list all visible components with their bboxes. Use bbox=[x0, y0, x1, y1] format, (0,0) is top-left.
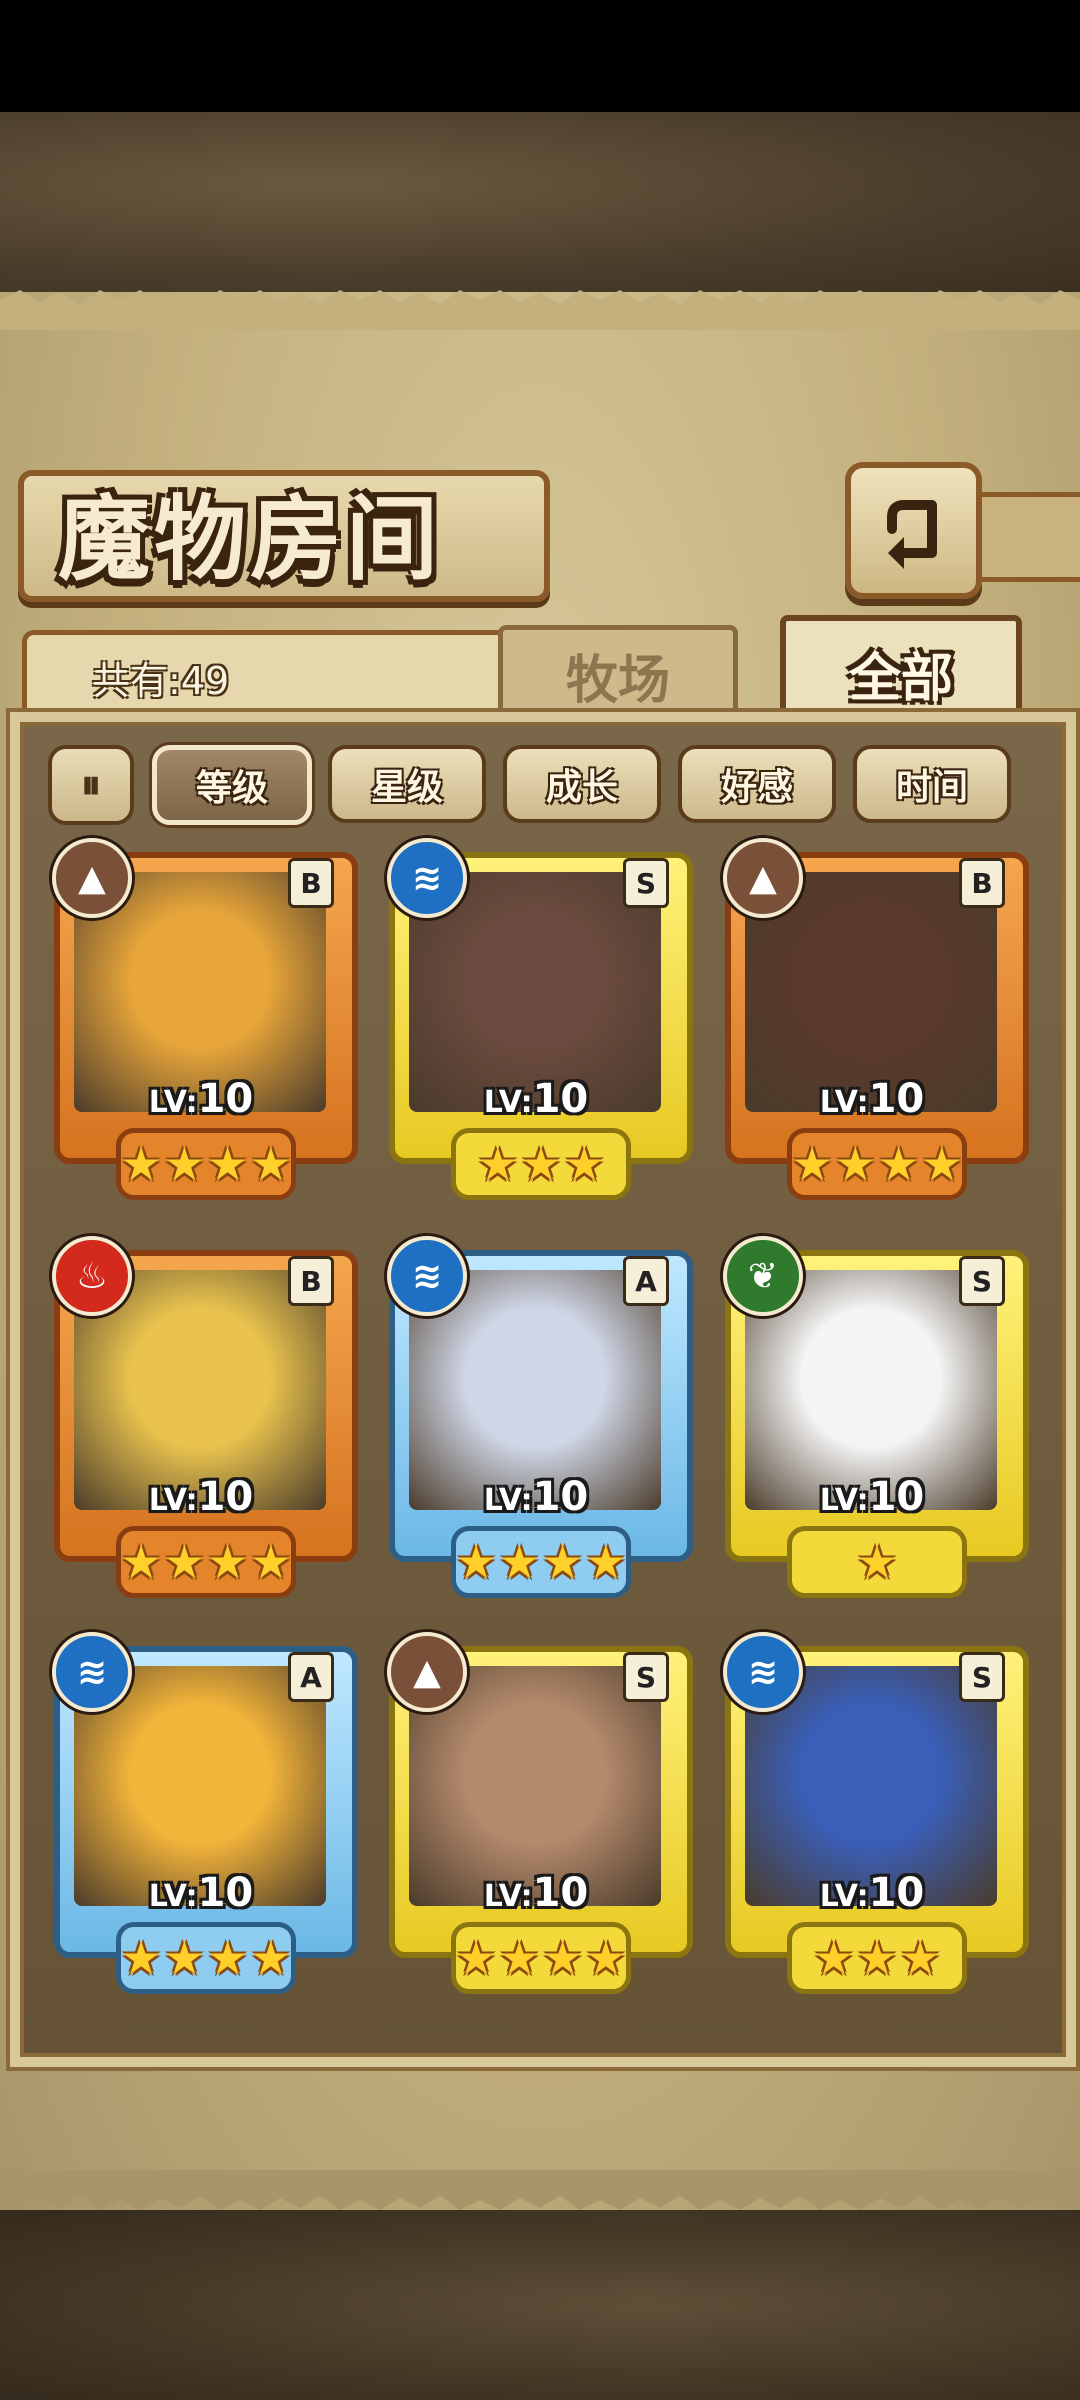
monster-card[interactable]: ★ ★ ★ ★ LV:10 S ▲ bbox=[381, 1632, 693, 1994]
monster-count: 共有:49 bbox=[92, 659, 230, 703]
water-element-icon: ≋ bbox=[387, 1236, 467, 1316]
star-rating: ★ bbox=[787, 1526, 967, 1598]
rank-badge: S bbox=[959, 1652, 1005, 1702]
monster-level: LV:10 bbox=[148, 1076, 254, 1122]
star-icon: ★ bbox=[163, 1535, 205, 1589]
monster-level: LV:10 bbox=[819, 1076, 925, 1122]
monster-card[interactable]: ★ LV:10 S ❦ bbox=[717, 1236, 1029, 1598]
star-icon: ★ bbox=[250, 1137, 292, 1191]
sort-by-growth-button[interactable]: 成长 bbox=[503, 745, 661, 823]
page-title: 魔物房间 bbox=[58, 485, 443, 593]
rank-badge: B bbox=[288, 858, 334, 908]
star-icon: ★ bbox=[250, 1931, 292, 1985]
sort-by-stars-button[interactable]: 星级 bbox=[328, 745, 486, 823]
sort-by-level-button[interactable]: 等级 bbox=[152, 745, 312, 825]
star-rating: ★ ★ ★ ★ bbox=[451, 1526, 631, 1598]
star-icon: ★ bbox=[207, 1535, 249, 1589]
monster-card[interactable]: ★ ★ ★ ★ LV:10 A ≋ bbox=[381, 1236, 693, 1598]
back-button[interactable] bbox=[845, 462, 982, 599]
rank-badge: A bbox=[623, 1256, 669, 1306]
sort-order-toggle[interactable]: ⏸ bbox=[48, 745, 134, 825]
water-element-icon: ≋ bbox=[723, 1632, 803, 1712]
back-arrow-icon bbox=[886, 499, 937, 569]
star-icon: ★ bbox=[498, 1931, 540, 1985]
sort-by-time-button[interactable]: 时间 bbox=[853, 745, 1011, 823]
earth-element-icon: ▲ bbox=[723, 838, 803, 918]
star-icon: ★ bbox=[520, 1137, 562, 1191]
star-icon: ★ bbox=[498, 1535, 540, 1589]
rank-badge: A bbox=[288, 1652, 334, 1702]
sort-order-icon: ⏸ bbox=[81, 762, 101, 808]
wood-element-icon: ❦ bbox=[723, 1236, 803, 1316]
star-rating: ★ ★ ★ bbox=[787, 1922, 967, 1994]
star-icon: ★ bbox=[455, 1931, 497, 1985]
star-icon: ★ bbox=[207, 1931, 249, 1985]
monster-level: LV:10 bbox=[148, 1474, 254, 1520]
monster-level: LV:10 bbox=[483, 1474, 589, 1520]
water-element-icon: ≋ bbox=[52, 1632, 132, 1712]
star-rating: ★ ★ ★ ★ bbox=[116, 1526, 296, 1598]
star-icon: ★ bbox=[542, 1931, 584, 1985]
star-icon: ★ bbox=[120, 1137, 162, 1191]
status-bar bbox=[0, 0, 1080, 112]
star-icon: ★ bbox=[791, 1137, 833, 1191]
zigzag-edge-top bbox=[0, 290, 1080, 330]
rank-badge: B bbox=[959, 858, 1005, 908]
star-icon: ★ bbox=[813, 1931, 855, 1985]
map-background-bottom bbox=[0, 2210, 1080, 2400]
star-icon: ★ bbox=[455, 1535, 497, 1589]
star-rating: ★ ★ ★ ★ bbox=[787, 1128, 967, 1200]
monster-level: LV:10 bbox=[483, 1076, 589, 1122]
earth-element-icon: ▲ bbox=[387, 1632, 467, 1712]
star-icon: ★ bbox=[477, 1137, 519, 1191]
star-icon: ★ bbox=[250, 1535, 292, 1589]
star-icon: ★ bbox=[542, 1535, 584, 1589]
star-icon: ★ bbox=[921, 1137, 963, 1191]
rank-badge: S bbox=[623, 1652, 669, 1702]
tab-pasture[interactable]: 牧场 bbox=[498, 625, 738, 725]
monster-card[interactable]: ★ ★ ★ ★ LV:10 B ▲ bbox=[46, 838, 358, 1200]
star-icon: ★ bbox=[834, 1137, 876, 1191]
monster-card[interactable]: ★ ★ ★ ★ LV:10 B ♨ bbox=[46, 1236, 358, 1598]
star-icon: ★ bbox=[163, 1931, 205, 1985]
monster-level: LV:10 bbox=[819, 1474, 925, 1520]
star-rating: ★ ★ ★ ★ bbox=[116, 1922, 296, 1994]
star-icon: ★ bbox=[585, 1535, 627, 1589]
monster-card[interactable]: ★ ★ ★ LV:10 S ≋ bbox=[717, 1632, 1029, 1994]
monster-level: LV:10 bbox=[819, 1870, 925, 1916]
earth-element-icon: ▲ bbox=[52, 838, 132, 918]
star-icon: ★ bbox=[207, 1137, 249, 1191]
rank-badge: B bbox=[288, 1256, 334, 1306]
star-rating: ★ ★ ★ ★ bbox=[451, 1922, 631, 1994]
star-icon: ★ bbox=[120, 1535, 162, 1589]
sort-by-affection-button[interactable]: 好感 bbox=[678, 745, 836, 823]
star-icon: ★ bbox=[899, 1931, 941, 1985]
star-rating: ★ ★ ★ ★ bbox=[116, 1128, 296, 1200]
monster-card[interactable]: ★ ★ ★ LV:10 S ≋ bbox=[381, 838, 693, 1200]
monster-card[interactable]: ★ ★ ★ ★ LV:10 B ▲ bbox=[717, 838, 1029, 1200]
star-icon: ★ bbox=[120, 1931, 162, 1985]
star-rating: ★ ★ ★ bbox=[451, 1128, 631, 1200]
map-background-top bbox=[0, 112, 1080, 292]
monster-card[interactable]: ★ ★ ★ ★ LV:10 A ≋ bbox=[46, 1632, 358, 1994]
star-icon: ★ bbox=[856, 1931, 898, 1985]
rank-badge: S bbox=[623, 858, 669, 908]
star-icon: ★ bbox=[856, 1535, 898, 1589]
star-icon: ★ bbox=[563, 1137, 605, 1191]
monster-level: LV:10 bbox=[148, 1870, 254, 1916]
star-icon: ★ bbox=[163, 1137, 205, 1191]
monster-level: LV:10 bbox=[483, 1870, 589, 1916]
zigzag-edge-bottom bbox=[0, 2170, 1080, 2210]
star-icon: ★ bbox=[878, 1137, 920, 1191]
fire-element-icon: ♨ bbox=[52, 1236, 132, 1316]
rank-badge: S bbox=[959, 1256, 1005, 1306]
star-icon: ★ bbox=[585, 1931, 627, 1985]
water-element-icon: ≋ bbox=[387, 838, 467, 918]
